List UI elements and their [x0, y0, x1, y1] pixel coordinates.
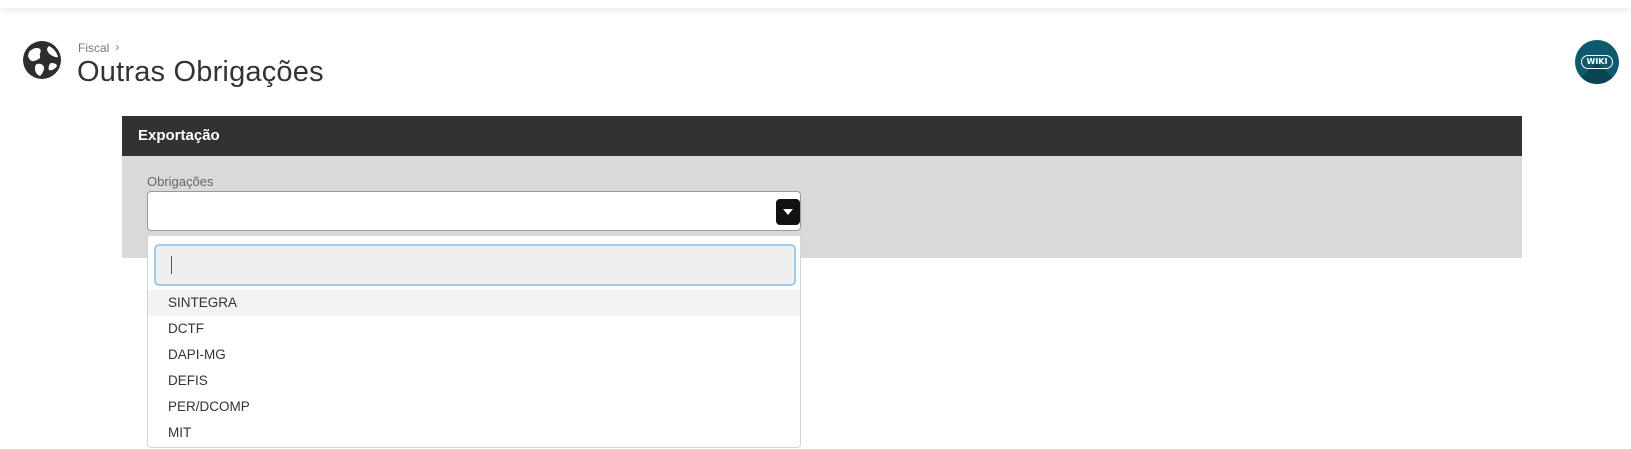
page-title: Outras Obrigações	[77, 56, 324, 88]
chevron-right-icon: ›	[115, 40, 120, 54]
dropdown-search-input[interactable]	[154, 244, 796, 286]
option-per-dcomp[interactable]: PER/DCOMP	[148, 394, 800, 420]
option-dapi-mg[interactable]: DAPI-MG	[148, 342, 800, 368]
option-dctf[interactable]: DCTF	[148, 316, 800, 342]
option-defis[interactable]: DEFIS	[148, 368, 800, 394]
wiki-icon: WIKI	[1581, 55, 1613, 69]
breadcrumb-item-fiscal[interactable]: Fiscal	[78, 41, 109, 55]
obligations-dropdown: SINTEGRA DCTF DAPI-MG DEFIS PER/DCOMP MI…	[147, 236, 801, 448]
obligations-label: Obrigações	[147, 174, 214, 189]
caret-down-icon[interactable]	[776, 199, 800, 225]
option-sintegra[interactable]: SINTEGRA	[148, 290, 800, 316]
panel-title: Exportação	[122, 116, 1522, 156]
obligations-select[interactable]	[147, 191, 801, 231]
wiki-button[interactable]: WIKI	[1575, 40, 1619, 84]
text-cursor	[171, 256, 172, 274]
options-list: SINTEGRA DCTF DAPI-MG DEFIS PER/DCOMP MI…	[148, 290, 800, 446]
top-bar	[0, 0, 1631, 8]
breadcrumb: Fiscal ›	[78, 40, 120, 55]
globe-icon	[23, 41, 61, 79]
option-mit[interactable]: MIT	[148, 420, 800, 446]
